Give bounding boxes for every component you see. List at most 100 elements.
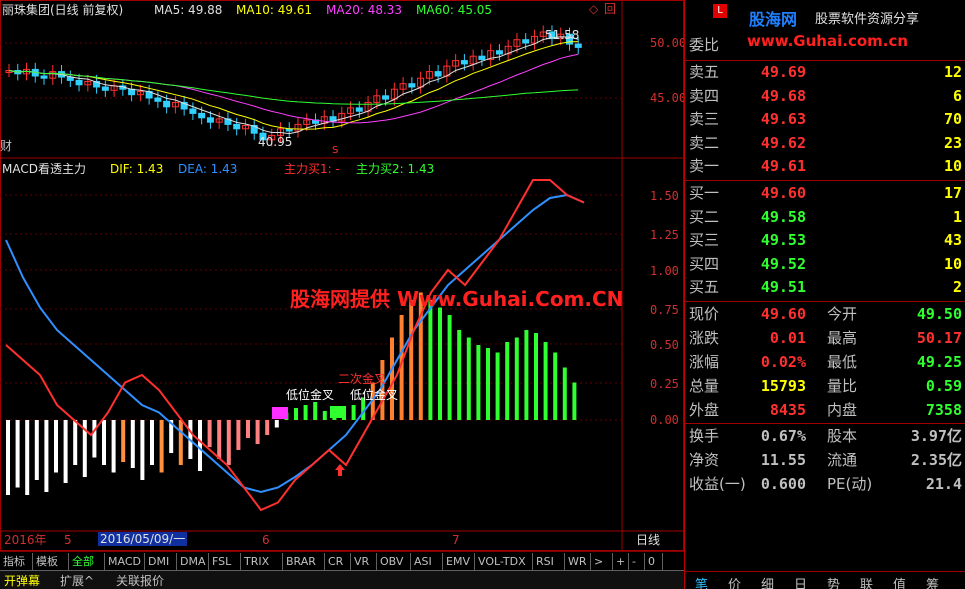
- danmaku-button[interactable]: 开弹幕: [4, 573, 40, 589]
- quote-tab-3[interactable]: 日: [794, 574, 807, 589]
- macd-bar: [6, 420, 10, 495]
- tab-trix[interactable]: TRIX: [241, 553, 283, 570]
- tab-rsi[interactable]: RSI: [533, 553, 565, 570]
- macd-bar: [486, 348, 490, 420]
- macd-bar: [15, 420, 20, 488]
- macd-ytick-0.50: 0.50: [650, 338, 679, 352]
- tab-item-0[interactable]: 指标: [0, 553, 33, 570]
- buy-volume: 43: [943, 231, 962, 249]
- cross-marker-1: [272, 407, 288, 419]
- macd-bar: [34, 420, 39, 480]
- quote-tab-7[interactable]: 筹: [926, 574, 939, 589]
- sell-name: 卖三: [689, 110, 720, 128]
- buy-row-1[interactable]: 买一 49.60 17: [685, 182, 965, 204]
- ma60-label: MA60: 45.05: [416, 3, 493, 17]
- candle-body: [574, 43, 582, 48]
- candle-body: [408, 83, 416, 88]
- tab-cr[interactable]: CR: [325, 553, 351, 570]
- macd-bar: [447, 315, 452, 420]
- tab--[interactable]: -: [629, 553, 645, 570]
- tab-fsl[interactable]: FSL: [209, 553, 241, 570]
- macd-bar: [265, 420, 270, 435]
- quote-tab-5[interactable]: 联: [860, 574, 873, 589]
- sell-row-2[interactable]: 卖四 49.68 6: [685, 85, 965, 107]
- annotation-low-cross-1: 低位金叉: [286, 388, 335, 402]
- macd-bar: [438, 307, 442, 420]
- tab-dma[interactable]: DMA: [177, 553, 209, 570]
- quote-tab-6[interactable]: 值: [893, 574, 906, 589]
- watermark-center: 股海网提供 Www.Guhai.Com.CN: [290, 287, 624, 311]
- buy-name: 买三: [689, 231, 720, 249]
- buy-volume: 10: [943, 254, 962, 273]
- sell-price: 49.68: [760, 86, 806, 105]
- buy-row-2[interactable]: 买二 49.58 1: [685, 206, 965, 228]
- diamond-icon[interactable]: ◇: [589, 2, 598, 16]
- macd-bar: [466, 337, 471, 420]
- stat-row-5: 外盘 8435 内盘 7358: [689, 401, 962, 419]
- price-ytick-50: 50.00: [650, 36, 687, 50]
- cursor-date: 2016/05/09/一: [98, 532, 188, 546]
- tab-item-18[interactable]: +: [613, 553, 629, 570]
- buy-name: 买四: [689, 254, 720, 273]
- tab-vr[interactable]: VR: [351, 553, 377, 570]
- macd-bar: [130, 420, 135, 468]
- tab-item-1[interactable]: 模板: [33, 553, 69, 570]
- tab-emv[interactable]: EMV: [443, 553, 475, 570]
- quote-tab-2[interactable]: 细: [761, 574, 774, 589]
- macd-bar: [159, 420, 164, 473]
- window-icon[interactable]: 回: [604, 2, 616, 16]
- tab-brar[interactable]: BRAR: [283, 553, 325, 570]
- period-label[interactable]: 日线: [636, 533, 660, 547]
- tab-item-17[interactable]: >: [591, 553, 613, 570]
- buy-volume: 17: [943, 184, 962, 202]
- sell-price: 49.69: [760, 63, 806, 81]
- x-month-7: 7: [452, 533, 460, 547]
- chart-canvas[interactable]: [0, 0, 684, 551]
- macd-bar: [102, 420, 106, 465]
- macd-bar: [111, 420, 116, 473]
- expand-button[interactable]: 扩展^: [60, 573, 94, 589]
- macd-bar: [543, 342, 548, 420]
- macd-bar: [92, 420, 97, 458]
- tab-asi[interactable]: ASI: [411, 553, 443, 570]
- macd-bar: [476, 345, 481, 420]
- sell-row-1[interactable]: 卖五 49.69 12: [685, 61, 965, 83]
- related-quotes-button[interactable]: 关联报价: [116, 573, 164, 589]
- buy-row-3[interactable]: 买三 49.53 43: [685, 229, 965, 251]
- macd-bar: [236, 420, 241, 450]
- sell-row-5[interactable]: 卖一 49.61 10: [685, 155, 965, 177]
- x-year-label: 2016年: [4, 533, 47, 547]
- stat-row-4: 总量 15793 量比 0.59: [689, 377, 962, 395]
- quote-tabs: 笔价细日势联值筹: [685, 572, 965, 589]
- macd-bar: [534, 333, 538, 420]
- ma10-label: MA10: 49.61: [236, 3, 313, 17]
- tab-macd[interactable]: MACD: [105, 553, 145, 570]
- ma20-label: MA20: 48.33: [326, 3, 403, 17]
- tab-item-20[interactable]: 0: [645, 553, 663, 570]
- tab-vol-tdx[interactable]: VOL-TDX: [475, 553, 533, 570]
- tab-item-2[interactable]: 全部: [69, 553, 105, 570]
- sell-row-4[interactable]: 卖二 49.62 23: [685, 132, 965, 154]
- macd-bar: [54, 420, 58, 473]
- buy-price: 49.51: [760, 278, 806, 296]
- tab-dmi[interactable]: DMI: [145, 553, 177, 570]
- candle-body: [460, 60, 468, 65]
- stat2-row-2: 净资 11.55 流通 2.35亿: [689, 451, 962, 469]
- buy-row-5[interactable]: 买五 49.51 2: [685, 276, 965, 298]
- sell-volume: 70: [943, 110, 962, 128]
- macd-ytick-1.50: 1.50: [650, 189, 679, 203]
- tab-wr[interactable]: WR: [565, 553, 591, 570]
- sell-row-3[interactable]: 卖三 49.63 70: [685, 108, 965, 130]
- tab-obv[interactable]: OBV: [377, 553, 411, 570]
- chart-area[interactable]: 丽珠集团(日线 前复权) MA5: 49.88 MA10: 49.61 MA20…: [0, 0, 687, 551]
- quote-tab-4[interactable]: 势: [827, 574, 840, 589]
- buy2-label: 主力买2: 1.43: [356, 162, 435, 176]
- weibi-label: 委比: [689, 36, 720, 54]
- x-month-6: 6: [262, 533, 270, 547]
- quote-tab-0[interactable]: 笔: [695, 574, 708, 589]
- dea-label: DEA: 1.43: [178, 162, 238, 176]
- buy-price: 49.60: [760, 184, 806, 202]
- buy-row-4[interactable]: 买四 49.52 10: [685, 253, 965, 275]
- macd-bar: [524, 330, 529, 420]
- quote-tab-1[interactable]: 价: [728, 574, 741, 589]
